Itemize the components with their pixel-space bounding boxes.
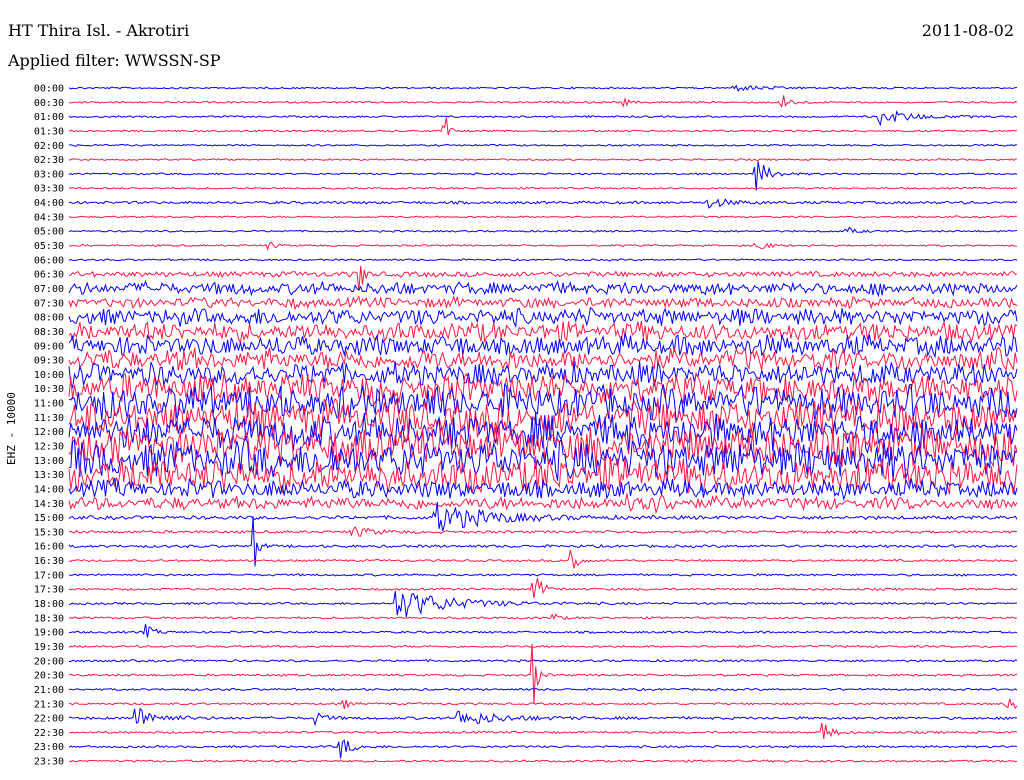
row-tick-label: 01:00 — [34, 112, 64, 123]
row-tick-label: 23:30 — [34, 757, 64, 768]
trace-row — [68, 295, 1018, 311]
row-tick-label: 03:00 — [34, 169, 64, 180]
row-tick-label: 21:30 — [34, 699, 64, 710]
trace-row — [68, 361, 1018, 389]
trace-row — [68, 84, 1018, 92]
trace-row — [68, 158, 1018, 162]
row-tick-label: 13:00 — [34, 456, 64, 467]
seismic-traces — [68, 84, 1018, 763]
row-tick-label: 16:00 — [34, 542, 64, 553]
trace-row — [68, 526, 1018, 537]
trace-row — [68, 759, 1018, 763]
row-tick-label: 18:00 — [34, 599, 64, 610]
row-tick-label: 13:30 — [34, 470, 64, 481]
trace-row — [68, 117, 1018, 136]
row-tick-label: 20:00 — [34, 656, 64, 667]
row-tick-label: 07:00 — [34, 284, 64, 295]
trace-row — [68, 186, 1017, 190]
row-tick-label: 08:30 — [34, 327, 64, 338]
trace-row — [68, 644, 1018, 649]
trace-row — [68, 110, 1018, 127]
trace-row — [68, 591, 1018, 618]
row-tick-label: 17:00 — [34, 570, 64, 581]
helicorder-plot: 00:00 00:30 01:00 01:30 02:00 02:30 03:00 03:30… — [34, 84, 1018, 768]
trace-row — [68, 624, 1018, 638]
row-tick-label: 23:00 — [34, 742, 64, 753]
row-tick-label: 17:30 — [34, 585, 64, 596]
row-tick-label: 08:00 — [34, 313, 64, 324]
trace-row — [68, 573, 1018, 577]
row-tick-label: 10:30 — [34, 384, 64, 395]
trace-row — [68, 161, 1018, 191]
row-tick-label: 15:30 — [34, 527, 64, 538]
row-tick-label: 09:30 — [34, 356, 64, 367]
trace-row — [68, 143, 1017, 147]
row-tick-label: 01:30 — [34, 126, 64, 137]
trace-row — [68, 215, 1018, 219]
row-tick-label: 02:00 — [34, 141, 64, 152]
trace-row — [68, 722, 1018, 739]
row-tick-label: 03:30 — [34, 184, 64, 195]
row-tick-label: 00:30 — [34, 98, 64, 109]
row-tick-label: 15:00 — [34, 513, 64, 524]
row-tick-label: 05:30 — [34, 241, 64, 252]
row-tick-label: 12:00 — [34, 427, 64, 438]
trace-row — [68, 258, 1018, 262]
trace-row — [68, 516, 1018, 567]
trace-row — [68, 241, 1018, 251]
row-tick-labels: 00:00 00:30 01:00 01:30 02:00 02:30 03:00 03:30… — [34, 84, 64, 768]
row-tick-label: 20:30 — [34, 671, 64, 682]
trace-row — [68, 658, 1018, 663]
row-tick-label: 16:30 — [34, 556, 64, 567]
row-tick-label: 04:30 — [34, 212, 64, 223]
trace-row — [69, 577, 1018, 599]
trace-row — [68, 698, 1018, 710]
trace-row — [68, 613, 1018, 620]
row-tick-label: 19:00 — [34, 628, 64, 639]
trace-row — [68, 643, 1018, 705]
row-tick-label: 06:00 — [34, 255, 64, 266]
row-tick-label: 04:00 — [34, 198, 64, 209]
row-tick-label: 14:00 — [34, 484, 64, 495]
row-tick-label: 12:30 — [34, 442, 64, 453]
trace-row — [68, 306, 1018, 329]
row-tick-label: 07:30 — [34, 298, 64, 309]
row-tick-label: 22:30 — [34, 728, 64, 739]
trace-row — [68, 477, 1018, 502]
row-tick-label: 05:00 — [34, 227, 64, 238]
row-tick-label: 19:30 — [34, 642, 64, 653]
trace-row — [68, 739, 1018, 759]
row-tick-label: 14:30 — [34, 499, 64, 510]
trace-row — [68, 687, 1018, 692]
row-tick-label: 00:00 — [34, 84, 64, 95]
row-tick-label: 22:00 — [34, 714, 64, 725]
trace-row — [68, 707, 1018, 727]
row-tick-label: 18:30 — [34, 613, 64, 624]
row-tick-label: 11:00 — [34, 399, 64, 410]
row-tick-label: 06:30 — [34, 270, 64, 281]
trace-row — [68, 501, 1018, 532]
row-tick-label: 11:30 — [34, 413, 64, 424]
trace-row — [68, 226, 1018, 234]
trace-row — [68, 493, 1018, 515]
trace-row — [68, 320, 1018, 345]
row-tick-label: 02:30 — [34, 155, 64, 166]
trace-row — [68, 95, 1018, 108]
trace-row — [68, 198, 1018, 209]
row-tick-label: 09:00 — [34, 341, 64, 352]
trace-row — [68, 280, 1018, 298]
row-tick-label: 10:00 — [34, 370, 64, 381]
row-tick-label: 21:00 — [34, 685, 64, 696]
trace-row — [68, 550, 1018, 569]
